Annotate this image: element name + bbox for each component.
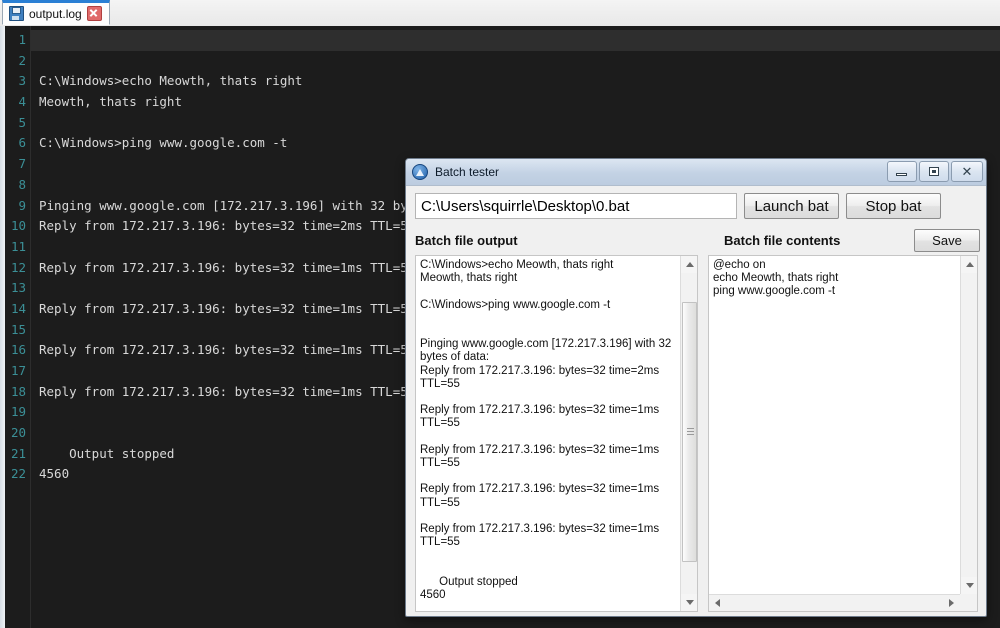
batch-tester-window: Batch tester ✕ Launch bat Stop bat Batch… (405, 158, 987, 617)
line-number: 6 (18, 135, 26, 151)
maximize-button[interactable] (919, 161, 949, 182)
close-button[interactable]: ✕ (951, 161, 983, 182)
line-number: 1 (18, 32, 26, 47)
line-number: 5 (18, 114, 26, 130)
line-number: 4 (18, 94, 26, 110)
code-line: C:\Windows>echo Meowth, thats right (39, 73, 303, 89)
line-number: 8 (18, 176, 26, 192)
line-number: 11 (10, 238, 26, 254)
minimize-button[interactable] (887, 161, 917, 182)
line-numbers: 1 2 3 4 5 6 7 8 9 10 11 12 13 14 15 16 17 18 19 20 21 22 (0, 30, 30, 485)
minimize-icon (896, 173, 907, 176)
launch-bat-button[interactable]: Launch bat (744, 193, 839, 219)
batch-contents-textbox[interactable]: @echo on echo Meowth, thats right ping w… (708, 255, 978, 612)
screen: output.log 1 2 3 4 5 6 7 8 9 10 11 12 13 14 15 16 17 18 19… (0, 0, 1000, 628)
code-line: Meowth, thats right (39, 94, 182, 110)
tab-label: output.log (29, 6, 82, 21)
code-line: C:\Windows>ping www.google.com -t (39, 135, 288, 151)
window-controls: ✕ (887, 161, 983, 182)
bat-path-input[interactable] (415, 193, 737, 219)
line-number: 19 (10, 404, 26, 420)
batch-output-text: C:\Windows>echo Meowth, thats right Meow… (420, 259, 672, 602)
line-number: 3 (18, 73, 26, 89)
scroll-down-icon[interactable] (681, 594, 697, 611)
line-number: 9 (18, 197, 26, 213)
contents-panel-heading: Batch file contents (724, 233, 841, 248)
line-number: 16 (10, 342, 26, 358)
scroll-left-icon[interactable] (709, 595, 726, 611)
line-number: 15 (10, 321, 26, 337)
line-number: 22 (10, 466, 26, 482)
line-number: 18 (10, 383, 26, 399)
batch-contents-text: @echo on echo Meowth, thats right ping w… (713, 259, 839, 298)
dialog-title: Batch tester (435, 165, 500, 179)
line-number: 10 (10, 218, 26, 234)
output-scroll-thumb[interactable] (682, 302, 697, 562)
editor-tabbar: output.log (0, 0, 1000, 27)
scroll-up-icon[interactable] (681, 256, 697, 273)
line-number: 20 (10, 425, 26, 441)
tab-close-icon[interactable] (86, 6, 102, 21)
floppy-disk-icon (9, 6, 24, 21)
scroll-up-icon[interactable] (961, 256, 977, 273)
line-number: 21 (10, 445, 26, 461)
close-icon: ✕ (961, 163, 973, 179)
tab-output-log[interactable]: output.log (2, 0, 110, 25)
dialog-titlebar[interactable]: Batch tester ✕ (406, 159, 986, 186)
scroll-down-icon[interactable] (961, 577, 977, 594)
blue-circle-triangle-icon (412, 164, 428, 180)
line-number: 17 (10, 363, 26, 378)
stop-bat-button[interactable]: Stop bat (846, 193, 941, 219)
scrollbar-corner (960, 594, 977, 611)
line-number: 13 (10, 280, 26, 296)
contents-horizontal-scrollbar[interactable] (709, 594, 960, 611)
code-line (31, 30, 1000, 51)
line-number: 7 (18, 156, 26, 172)
save-button[interactable]: Save (914, 229, 980, 252)
line-number-gutter: 1 2 3 4 5 6 7 8 9 10 11 12 13 14 15 16 17 18 19 20 21 22 (0, 26, 31, 628)
scroll-right-icon[interactable] (943, 595, 960, 611)
batch-output-textbox[interactable]: C:\Windows>echo Meowth, thats right Meow… (415, 255, 698, 612)
output-vertical-scrollbar[interactable] (680, 256, 697, 611)
line-number: 2 (18, 52, 26, 68)
line-number: 14 (10, 300, 26, 316)
contents-vertical-scrollbar[interactable] (960, 256, 977, 594)
line-number: 12 (10, 259, 26, 275)
restore-icon (929, 167, 939, 176)
output-panel-heading: Batch file output (415, 233, 518, 248)
dialog-body: Launch bat Stop bat Batch file output Ba… (406, 185, 986, 616)
